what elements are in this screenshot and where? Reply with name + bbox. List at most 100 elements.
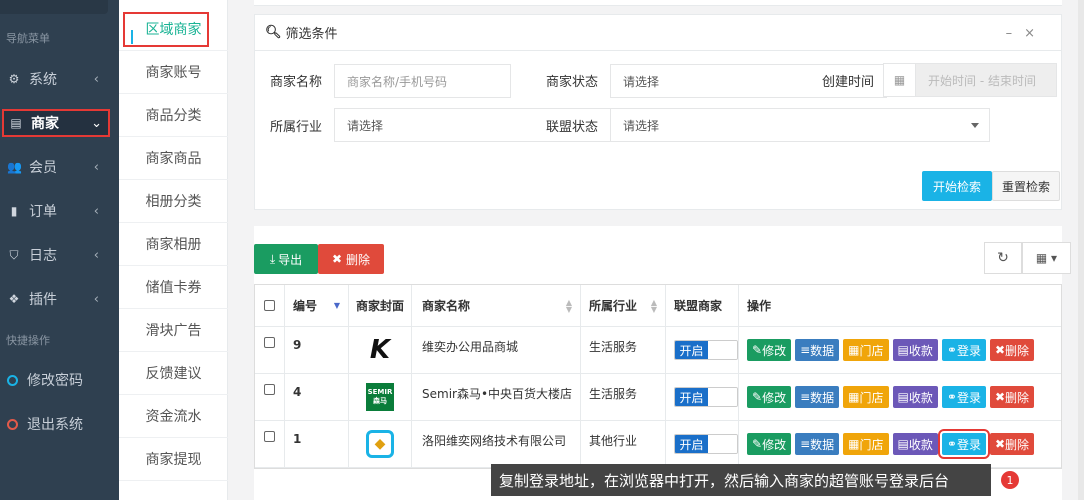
merchant-table: 编号 ▼ 商家封面 商家名称 ▲ ▼ 所属行业 ▲ ▼ 联盟商家 操作 9 K …	[254, 284, 1062, 469]
alliance-toggle[interactable]: 开启	[674, 387, 738, 407]
edit-button[interactable]: ✎ 修改	[747, 433, 792, 455]
merchant-logo: ◆	[366, 430, 394, 458]
op-label: 门店	[859, 343, 884, 358]
delete-label: 删除	[346, 252, 371, 267]
select-all-checkbox-cell[interactable]	[255, 285, 285, 326]
checkbox[interactable]	[264, 300, 275, 311]
op-label: 登录	[956, 343, 981, 358]
data-button[interactable]: ≡ 数据	[795, 386, 840, 408]
alliance-toggle[interactable]: 开启	[674, 434, 738, 454]
calendar-icon: ▦	[884, 64, 916, 96]
row-delete-button[interactable]: ✖ 删除	[989, 386, 1035, 408]
checkbox[interactable]	[264, 337, 275, 348]
table-row: 4 SEMIR 森马 Semir森马•中央百货大楼店 生活服务 开启 ✎ 修改 ≡…	[255, 374, 1061, 421]
circle-icon	[7, 418, 18, 430]
grid-icon: ▦ ▾	[1035, 251, 1058, 265]
submenu-item[interactable]: 商家提现	[119, 438, 228, 481]
delete-button[interactable]: ✖ 删除	[318, 244, 384, 274]
submenu-item[interactable]: 资金流水	[119, 395, 228, 438]
payment-button[interactable]: ▤ 收款	[892, 433, 938, 455]
row-delete-button[interactable]: ✖ 删除	[989, 433, 1035, 455]
submenu-item[interactable]: 反馈建议	[119, 352, 228, 395]
submenu-item[interactable]: 商品分类	[119, 94, 228, 137]
reset-button[interactable]: 重置检索	[992, 171, 1060, 201]
payment-button[interactable]: ▤ 收款	[892, 386, 938, 408]
sidebar-item-label: 订单	[29, 204, 57, 220]
sidebar-item-merchant[interactable]: ▤ 商家 ⌄	[2, 109, 110, 137]
date-range-field[interactable]: ▦ 开始时间 - 结束时间	[883, 63, 1057, 97]
data-button[interactable]: ≡ 数据	[795, 433, 840, 455]
op-label: 删除	[1005, 390, 1030, 405]
scrollbar[interactable]	[1078, 0, 1084, 500]
login-button[interactable]: ⚭ 登录	[941, 339, 986, 361]
row-delete-button[interactable]: ✖ 删除	[989, 339, 1035, 361]
alliance-toggle[interactable]: 开启	[674, 340, 738, 360]
store-button[interactable]: ▦ 门店	[843, 339, 889, 361]
merchant-name-input[interactable]: 商家名称/手机号码	[334, 64, 511, 98]
refresh-icon: ↻	[997, 250, 1009, 266]
users-icon: 👥	[7, 160, 22, 174]
cell-name: 洛阳维奕网络技术有限公司	[412, 421, 581, 467]
cell-id: 1	[285, 421, 349, 467]
store-button[interactable]: ▦ 门店	[843, 386, 889, 408]
submenu-item[interactable]: 相册分类	[119, 180, 228, 223]
submenu-item[interactable]: 商家账号	[119, 51, 228, 94]
sidebar-top	[0, 0, 108, 14]
store-button[interactable]: ▦ 门店	[843, 433, 889, 455]
merchant-status-label: 商家状态	[546, 75, 599, 90]
highlight-box	[123, 12, 209, 47]
export-button[interactable]: ⤓ 导出	[254, 244, 318, 274]
search-button[interactable]: 开始检索	[922, 171, 992, 201]
edit-button[interactable]: ✎ 修改	[747, 339, 792, 361]
alliance-status-label: 联盟状态	[546, 120, 599, 135]
chevron-left-icon: ‹	[93, 71, 99, 87]
sidebar-item-system[interactable]: ⚙ 系统 ‹	[0, 59, 119, 99]
quick-logout[interactable]: 退出系统	[0, 404, 119, 444]
submenu-item[interactable]: 滑块广告	[119, 309, 228, 352]
cell-name: Semir森马•中央百货大楼店	[412, 374, 581, 420]
op-label: 登录	[956, 390, 981, 405]
payment-button[interactable]: ▤ 收款	[892, 339, 938, 361]
edit-button[interactable]: ✎ 修改	[747, 386, 792, 408]
header-industry[interactable]: 所属行业 ▲ ▼	[581, 285, 666, 326]
sidebar-item-members[interactable]: 👥 会员 ‹	[0, 147, 119, 187]
checkbox[interactable]	[264, 431, 275, 442]
refresh-button[interactable]: ↻	[984, 242, 1022, 274]
header-name[interactable]: 商家名称 ▲ ▼	[412, 285, 581, 326]
main-content: 🔍︎ 筛选条件 –× 商家名称 商家名称/手机号码 商家状态 请选择 创建时间 …	[228, 0, 1084, 500]
sidebar: 导航菜单 ⚙ 系统 ‹ ▤ 商家 ⌄ 👥 会员 ‹ ▮ 订单 ‹ ⛉ 日志 ‹ …	[0, 0, 119, 500]
toggle-on-label: 开启	[675, 341, 708, 359]
sidebar-item-plugins[interactable]: ❖ 插件 ‹	[0, 279, 119, 319]
row-checkbox-cell[interactable]	[255, 374, 285, 420]
quick-change-password[interactable]: 修改密码	[0, 360, 119, 400]
data-button[interactable]: ≡ 数据	[795, 339, 840, 361]
sidebar-item-orders[interactable]: ▮ 订单 ‹	[0, 191, 119, 231]
chevron-left-icon: ‹	[93, 203, 99, 219]
op-label: 门店	[859, 390, 884, 405]
chevron-left-icon: ‹	[93, 247, 99, 263]
sidebar-item-label: 会员	[29, 160, 57, 176]
login-tooltip: 复制登录地址，在浏览器中打开，然后输入商家的超管账号登录后台	[491, 464, 991, 496]
panel-controls[interactable]: –×	[1006, 26, 1047, 41]
cell-name: 维奕办公用品商城	[412, 327, 581, 373]
columns-toggle-button[interactable]: ▦ ▾	[1022, 242, 1071, 274]
submenu-item[interactable]: 储值卡券	[119, 266, 228, 309]
header-id[interactable]: 编号 ▼	[285, 285, 349, 326]
cell-alliance: 开启	[666, 374, 739, 420]
table-header-row: 编号 ▼ 商家封面 商家名称 ▲ ▼ 所属行业 ▲ ▼ 联盟商家 操作	[255, 285, 1061, 327]
login-button[interactable]: ⚭ 登录	[937, 429, 990, 459]
login-button[interactable]: ⚭ 登录	[941, 386, 986, 408]
sidebar-item-logs[interactable]: ⛉ 日志 ‹	[0, 235, 119, 275]
cell-cover: SEMIR 森马	[349, 374, 412, 420]
industry-label: 所属行业	[270, 120, 323, 135]
row-checkbox-cell[interactable]	[255, 327, 285, 373]
alliance-status-select[interactable]: 请选择	[610, 108, 990, 142]
submenu-item[interactable]: 商家商品	[119, 137, 228, 180]
submenu-item[interactable]: 商家相册	[119, 223, 228, 266]
checkbox[interactable]	[264, 384, 275, 395]
cell-ops: ✎ 修改 ≡ 数据 ▦ 门店 ▤ 收款 ⚭ 登录 ✖ 删除	[739, 327, 1061, 373]
op-label: 数据	[810, 437, 835, 452]
filter-panel: 🔍︎ 筛选条件 –× 商家名称 商家名称/手机号码 商家状态 请选择 创建时间 …	[254, 14, 1062, 210]
merchant-logo: SEMIR 森马	[366, 383, 394, 411]
row-checkbox-cell[interactable]	[255, 421, 285, 467]
